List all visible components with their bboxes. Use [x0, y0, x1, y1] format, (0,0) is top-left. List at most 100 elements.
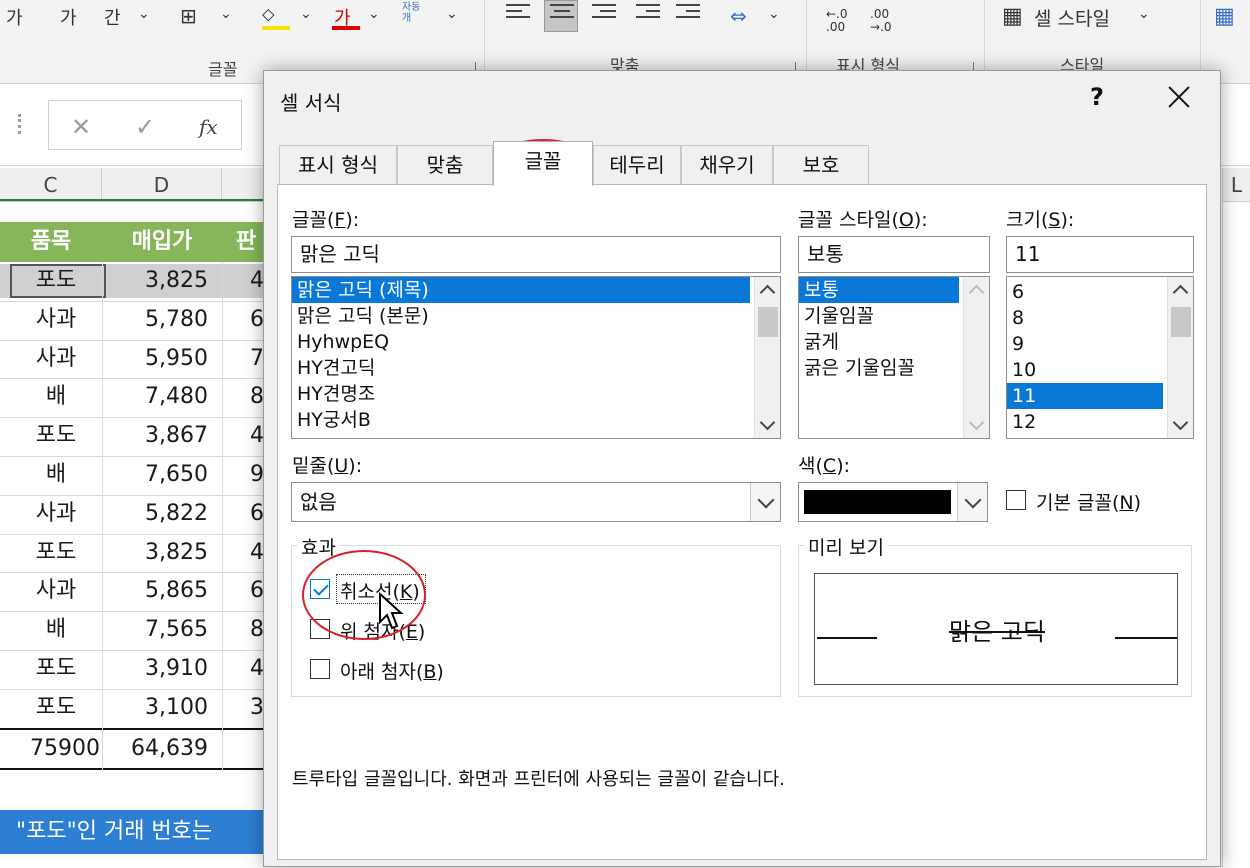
- subscript-checkbox[interactable]: [310, 659, 330, 679]
- insert-function-icon[interactable]: fx: [199, 115, 218, 139]
- style-list-item[interactable]: 기울임꼴: [799, 303, 959, 329]
- font-input[interactable]: 맑은 고딕: [291, 236, 781, 273]
- column-header-c[interactable]: C: [0, 168, 102, 202]
- cell-item[interactable]: 사과: [0, 301, 112, 339]
- size-list-item[interactable]: 9: [1007, 331, 1163, 357]
- increase-decimal-button[interactable]: ←.0 .00: [826, 8, 848, 34]
- increase-indent-icon[interactable]: [676, 4, 700, 22]
- font-list-item[interactable]: HY궁서B: [292, 407, 750, 433]
- cell-item[interactable]: 포도: [0, 650, 112, 688]
- font-underline-button[interactable]: 간: [104, 4, 121, 30]
- cell-item[interactable]: 포도: [0, 262, 112, 300]
- cell-item[interactable]: 배: [0, 378, 112, 416]
- font-list-item[interactable]: 맑은 고딕 (제목): [292, 277, 750, 303]
- font-italic-button[interactable]: 가: [60, 4, 77, 30]
- style-list-item[interactable]: 굵은 기울임꼴: [799, 355, 959, 381]
- cell-item[interactable]: 배: [0, 611, 112, 649]
- style-list-scrollbar[interactable]: [963, 277, 989, 438]
- total-cell-d[interactable]: 64,639: [102, 730, 208, 768]
- size-list[interactable]: 6 8 9 10 11 12: [1006, 276, 1194, 439]
- style-list-item[interactable]: 굵게: [799, 329, 959, 355]
- cell-price[interactable]: 3,825: [102, 534, 208, 572]
- chevron-down-icon[interactable]: [750, 483, 780, 521]
- cell-price[interactable]: 7,650: [102, 456, 208, 494]
- cell-price[interactable]: 3,910: [102, 650, 208, 688]
- decrease-decimal-button[interactable]: .00 →.0: [870, 8, 892, 34]
- tab-protection[interactable]: 보호: [773, 145, 869, 185]
- font-list-scrollbar[interactable]: [754, 277, 780, 438]
- wrap-text-button[interactable]: 자동 개: [402, 2, 428, 24]
- close-icon[interactable]: [1162, 79, 1198, 115]
- tab-fill[interactable]: 채우기: [681, 145, 773, 185]
- size-list-item[interactable]: 11: [1007, 383, 1163, 409]
- cell-item[interactable]: 포도: [0, 534, 112, 572]
- chevron-down-icon[interactable]: ⌄: [446, 6, 458, 22]
- help-button[interactable]: ?: [1090, 83, 1104, 111]
- font-list-item[interactable]: HY견고딕: [292, 355, 750, 381]
- cell-price[interactable]: 5,822: [102, 495, 208, 533]
- chevron-up-icon[interactable]: [1172, 284, 1189, 301]
- style-list-item[interactable]: 보통: [799, 277, 959, 303]
- cell-style-button[interactable]: 셀 스타일: [1034, 4, 1110, 31]
- chevron-down-icon[interactable]: ⌄: [1138, 6, 1150, 22]
- font-style-list[interactable]: 보통 기울임꼴 굵게 굵은 기울임꼴: [798, 276, 990, 439]
- chevron-down-icon[interactable]: ⌄: [220, 6, 232, 22]
- size-list-scrollbar[interactable]: [1167, 277, 1193, 438]
- cell-price[interactable]: 3,100: [102, 689, 208, 727]
- tab-alignment[interactable]: 맞춤: [397, 145, 493, 185]
- column-header-l[interactable]: L: [1223, 168, 1250, 202]
- resize-handle[interactable]: [18, 114, 22, 134]
- align-top-icon[interactable]: [506, 4, 530, 22]
- font-list[interactable]: 맑은 고딕 (제목) 맑은 고딕 (본문) HyhwpEQ HY견고딕 HY견명조 HY궁…: [291, 276, 781, 439]
- tab-border[interactable]: 테두리: [593, 145, 681, 185]
- tab-font[interactable]: 글꼴: [493, 141, 593, 186]
- column-header-d[interactable]: D: [102, 168, 222, 202]
- chevron-down-icon[interactable]: ⌄: [368, 6, 380, 22]
- normal-font-label[interactable]: 기본 글꼴(N): [1036, 488, 1141, 515]
- tab-number[interactable]: 표시 형식: [279, 145, 397, 185]
- cell-price[interactable]: 5,780: [102, 301, 208, 339]
- cell-price[interactable]: 3,867: [102, 417, 208, 455]
- insert-cells-icon[interactable]: ▦: [1214, 4, 1235, 29]
- cell-item[interactable]: 사과: [0, 495, 112, 533]
- chevron-up-icon[interactable]: [759, 284, 776, 301]
- font-list-item[interactable]: HY견명조: [292, 381, 750, 407]
- chevron-down-icon[interactable]: [759, 414, 776, 431]
- merge-center-icon[interactable]: ⇔: [730, 4, 747, 28]
- chevron-down-icon[interactable]: ⌄: [768, 6, 780, 22]
- cell-price[interactable]: 5,950: [102, 340, 208, 378]
- scroll-thumb[interactable]: [1171, 307, 1191, 337]
- cell-price[interactable]: 5,865: [102, 572, 208, 610]
- column-header-e[interactable]: [222, 168, 268, 202]
- enter-icon[interactable]: ✓: [135, 113, 155, 141]
- font-bold-button[interactable]: 가: [6, 4, 23, 30]
- chevron-down-icon[interactable]: [1172, 414, 1189, 431]
- font-style-input[interactable]: 보통: [798, 236, 990, 273]
- color-picker[interactable]: [798, 482, 988, 522]
- cell-price[interactable]: 7,565: [102, 611, 208, 649]
- subscript-label[interactable]: 아래 첨자(B): [340, 657, 444, 684]
- cell-item[interactable]: 포도: [0, 417, 112, 455]
- scroll-thumb[interactable]: [758, 307, 778, 337]
- header-item[interactable]: 품목: [0, 222, 102, 262]
- cell-item[interactable]: 포도: [0, 689, 112, 727]
- superscript-checkbox[interactable]: [310, 619, 330, 639]
- chevron-up-icon[interactable]: [968, 284, 985, 301]
- size-input[interactable]: 11: [1006, 236, 1194, 273]
- chevron-down-icon[interactable]: [957, 483, 987, 521]
- cell-price[interactable]: 3,825: [102, 262, 208, 300]
- cell-item[interactable]: 사과: [0, 572, 112, 610]
- underline-select[interactable]: 없음: [291, 482, 781, 522]
- font-list-item[interactable]: HyhwpEQ: [292, 329, 750, 355]
- cell-price[interactable]: 7,480: [102, 378, 208, 416]
- cancel-icon[interactable]: ✕: [71, 113, 91, 141]
- cell-item[interactable]: 배: [0, 456, 112, 494]
- total-cell-c[interactable]: 75900: [0, 730, 100, 768]
- chevron-down-icon[interactable]: [968, 414, 985, 431]
- chevron-down-icon[interactable]: ⌄: [138, 6, 150, 22]
- size-list-item[interactable]: 12: [1007, 409, 1163, 435]
- size-list-item[interactable]: 10: [1007, 357, 1163, 383]
- header-next[interactable]: 판: [222, 222, 268, 262]
- fill-color-icon[interactable]: ⬦: [262, 4, 275, 25]
- size-list-item[interactable]: 8: [1007, 305, 1163, 331]
